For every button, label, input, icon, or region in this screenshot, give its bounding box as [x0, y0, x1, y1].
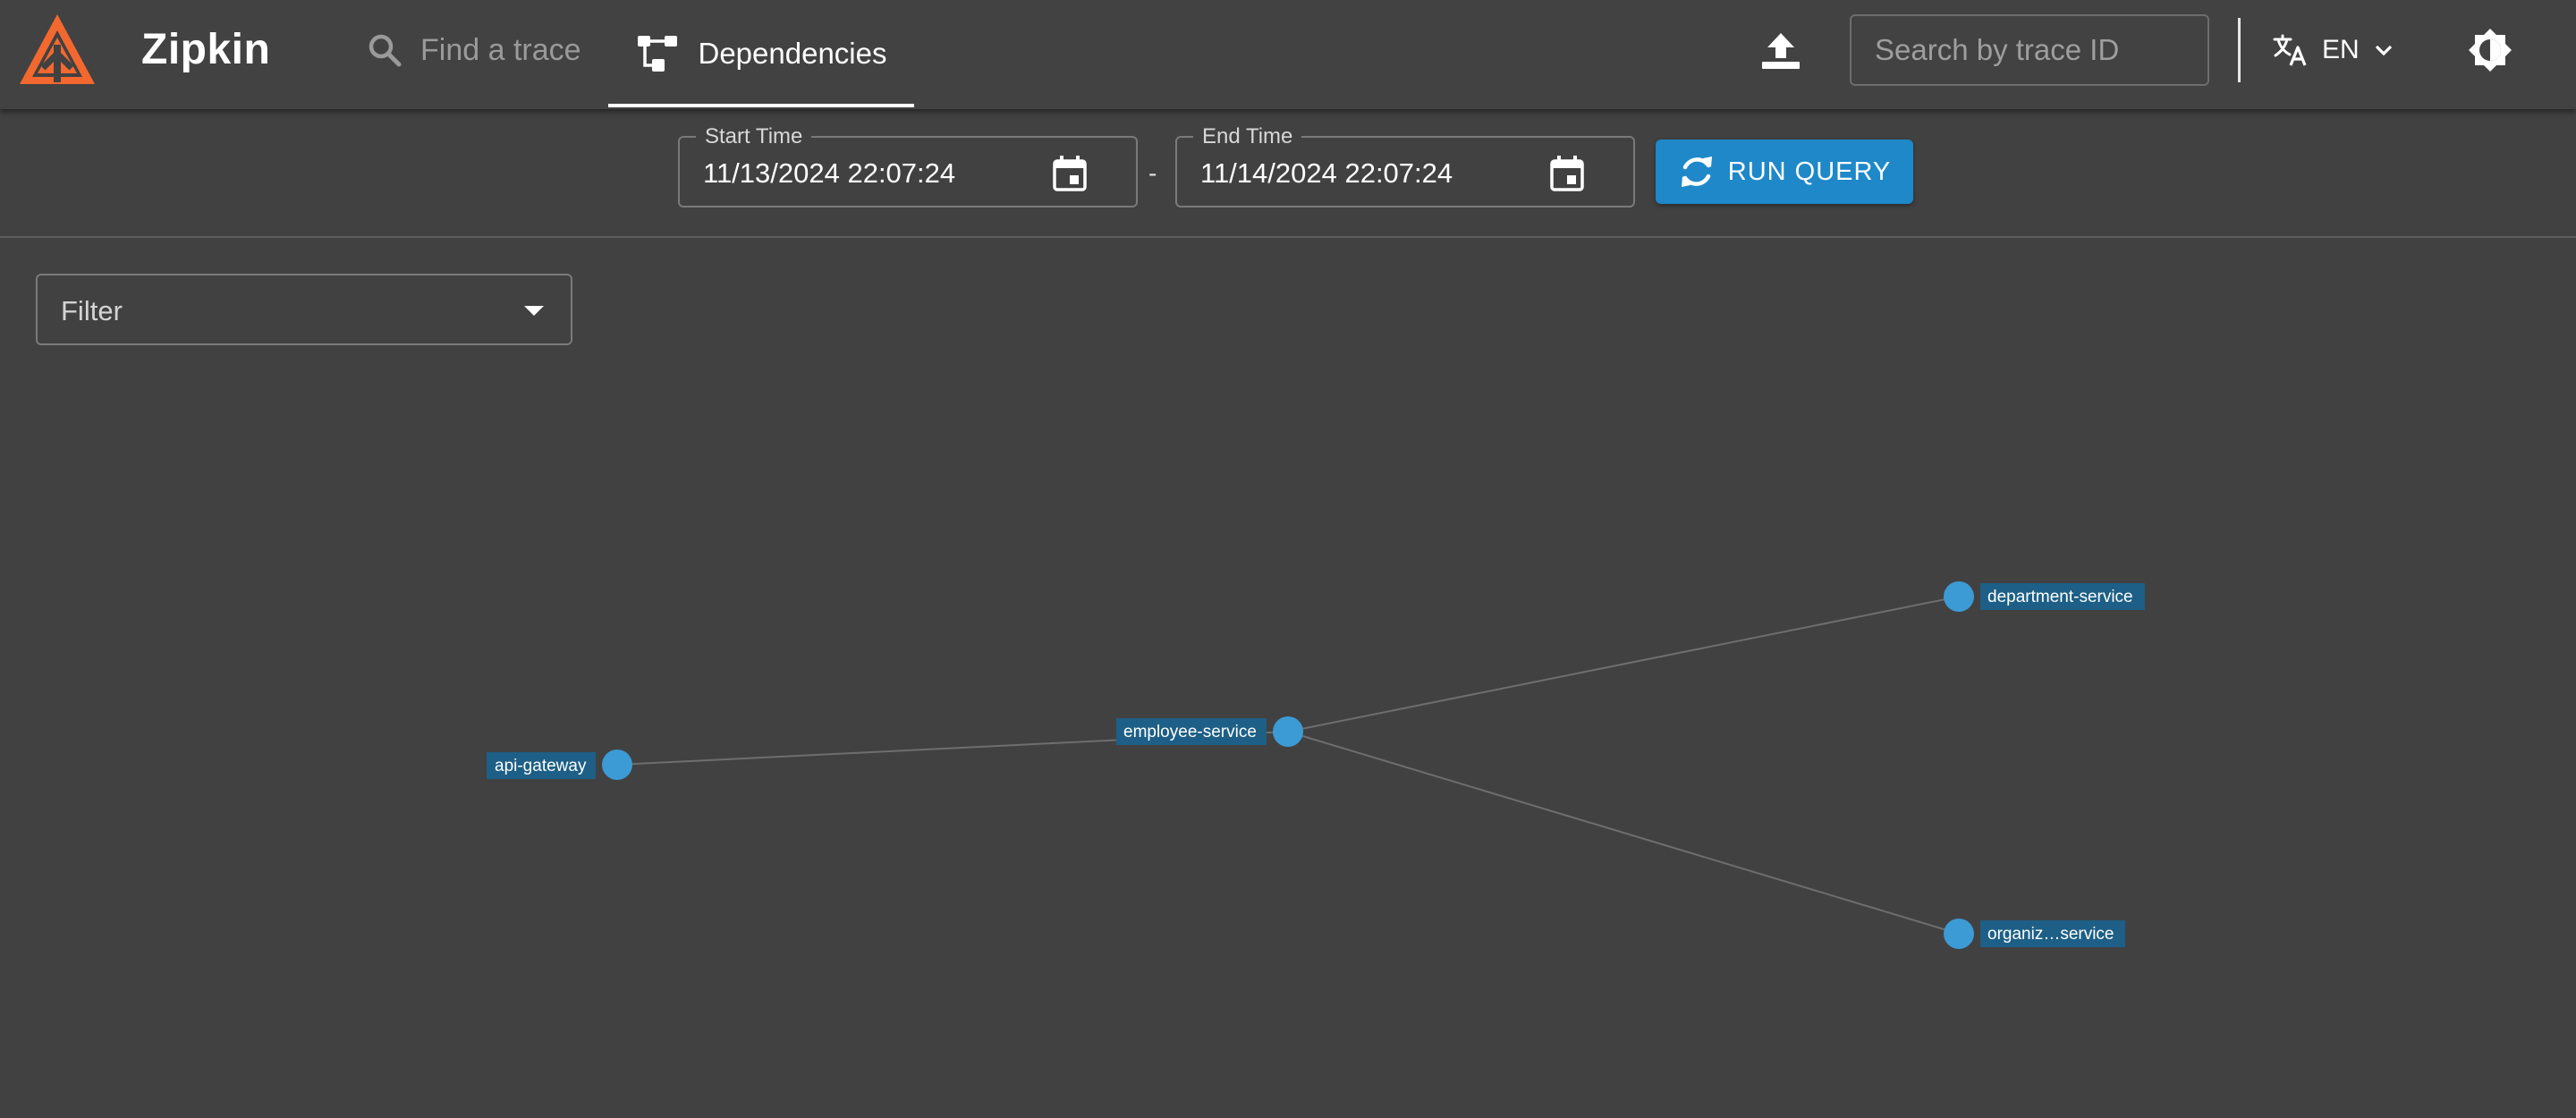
nav-dependencies-label: Dependencies	[698, 37, 887, 70]
node-label-api-gateway: api-gateway	[495, 757, 587, 775]
end-time-value[interactable]: 11/14/2024 22:07:24	[1200, 157, 1453, 190]
edge-employee-service-organization-service[interactable]	[1287, 731, 1960, 935]
query-bar: Start Time 11/13/2024 22:07:24 - End Tim…	[0, 109, 2576, 238]
upload-icon	[1762, 33, 1800, 69]
node-label-department-service: department-service	[1987, 588, 2133, 606]
refresh-icon	[1681, 157, 1712, 187]
dependencies-icon	[637, 36, 677, 72]
run-query-label: RUN QUERY	[1727, 157, 1892, 186]
node-organization-service[interactable]: organiz…service	[1944, 919, 2125, 949]
end-time-label: End Time	[1193, 123, 1302, 150]
zipkin-logo-icon[interactable]	[18, 13, 97, 86]
translate-icon	[2273, 34, 2307, 66]
date-range-separator: -	[1148, 159, 1157, 187]
start-time-value[interactable]: 11/13/2024 22:07:24	[703, 157, 955, 190]
header-divider	[2238, 18, 2241, 82]
node-label-organization-service: organiz…service	[1987, 925, 2114, 944]
node-api-gateway[interactable]: api-gateway	[487, 750, 632, 780]
nav-find-trace-label: Find a trace	[420, 32, 581, 67]
chevron-down-icon	[2375, 45, 2392, 56]
app-bar: Zipkin Find a trace Dependencies EN	[0, 0, 2576, 109]
node-employee-service[interactable]: employee-service	[1116, 716, 1303, 747]
start-time-label: Start Time	[696, 123, 812, 150]
run-query-button[interactable]: RUN QUERY	[1656, 140, 1913, 204]
nav-dependencies[interactable]: Dependencies	[608, 0, 914, 107]
calendar-icon[interactable]	[1547, 154, 1587, 193]
dependency-graph[interactable]: api-gateway employee-service department-…	[0, 240, 2576, 1118]
search-icon	[369, 34, 402, 67]
edge-employee-service-department-service[interactable]	[1287, 596, 1960, 733]
nav-find-trace[interactable]: Find a trace	[367, 27, 581, 73]
upload-json-button[interactable]	[1751, 27, 1810, 75]
start-time-field[interactable]: Start Time 11/13/2024 22:07:24	[678, 123, 1138, 208]
brightness-icon	[2469, 29, 2512, 72]
end-time-field[interactable]: End Time 11/14/2024 22:07:24	[1175, 123, 1635, 208]
brand-title[interactable]: Zipkin	[141, 25, 270, 74]
calendar-icon[interactable]	[1050, 154, 1089, 193]
theme-toggle-button[interactable]	[2463, 23, 2517, 77]
language-selector[interactable]: EN	[2272, 27, 2394, 73]
node-label-employee-service: employee-service	[1123, 723, 1257, 741]
trace-id-search-input[interactable]	[1850, 14, 2209, 86]
node-department-service[interactable]: department-service	[1944, 581, 2145, 612]
language-label: EN	[2322, 35, 2360, 64]
